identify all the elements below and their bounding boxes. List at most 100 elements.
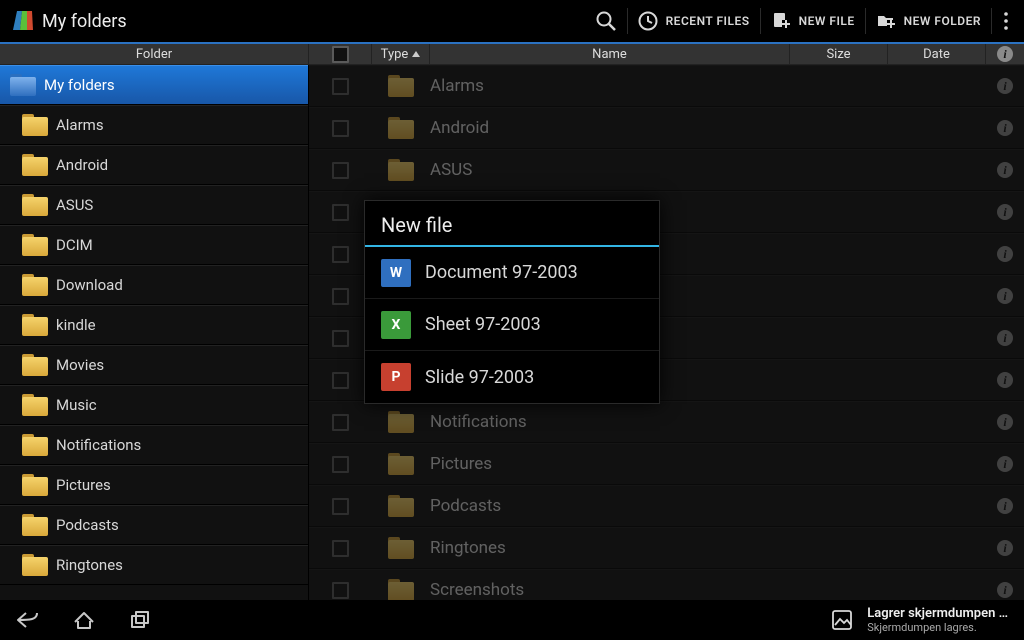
- sidebar-item-notifications[interactable]: Notifications: [0, 425, 308, 465]
- row-checkbox[interactable]: [332, 246, 349, 263]
- app-logo-icon: [10, 8, 36, 34]
- info-icon[interactable]: i: [997, 582, 1013, 598]
- folder-icon: [388, 159, 414, 181]
- sort-indicator-icon: [412, 51, 420, 57]
- notification-title: Lagrer skjermdumpen …: [867, 606, 1008, 621]
- row-checkbox[interactable]: [332, 414, 349, 431]
- row-checkbox[interactable]: [332, 204, 349, 221]
- folder-icon: [10, 74, 36, 96]
- row-checkbox[interactable]: [332, 498, 349, 515]
- back-button[interactable]: [0, 600, 56, 640]
- info-icon[interactable]: i: [997, 162, 1013, 178]
- row-checkbox[interactable]: [332, 162, 349, 179]
- sidebar-item-podcasts[interactable]: Podcasts: [0, 505, 308, 545]
- search-icon: [595, 10, 617, 32]
- overflow-menu-button[interactable]: [992, 0, 1020, 43]
- table-row[interactable]: ASUSi: [309, 149, 1024, 191]
- row-checkbox[interactable]: [332, 288, 349, 305]
- screenshot-notification[interactable]: Lagrer skjermdumpen … Skjermdumpen lagre…: [819, 602, 1024, 638]
- overflow-icon: [998, 11, 1014, 31]
- search-button[interactable]: [585, 0, 627, 43]
- column-header-date[interactable]: Date: [888, 44, 986, 64]
- info-icon[interactable]: i: [997, 372, 1013, 388]
- home-button[interactable]: [56, 600, 112, 640]
- powerpoint-icon: P: [381, 363, 411, 391]
- folder-icon: [388, 117, 414, 139]
- row-checkbox[interactable]: [332, 372, 349, 389]
- folder-icon: [22, 354, 48, 376]
- sidebar-item-movies[interactable]: Movies: [0, 345, 308, 385]
- info-icon[interactable]: i: [997, 246, 1013, 262]
- new-folder-button[interactable]: NEW FOLDER: [866, 0, 991, 43]
- dialog-option-label: Slide 97-2003: [425, 367, 534, 388]
- sidebar-item-alarms[interactable]: Alarms: [0, 105, 308, 145]
- row-checkbox[interactable]: [332, 120, 349, 137]
- folder-icon: [388, 75, 414, 97]
- new-folder-icon: [876, 11, 896, 31]
- table-row[interactable]: Picturesi: [309, 443, 1024, 485]
- clock-icon: [638, 11, 658, 31]
- row-checkbox[interactable]: [332, 456, 349, 473]
- row-checkbox[interactable]: [332, 78, 349, 95]
- sidebar-item-label: Alarms: [56, 116, 104, 134]
- info-icon[interactable]: i: [997, 456, 1013, 472]
- column-header-size[interactable]: Size: [790, 44, 888, 64]
- sidebar-item-label: Podcasts: [56, 516, 119, 534]
- dialog-option-sheet[interactable]: X Sheet 97-2003: [365, 299, 659, 351]
- info-icon[interactable]: i: [997, 78, 1013, 94]
- info-icon[interactable]: i: [997, 414, 1013, 430]
- info-icon[interactable]: i: [997, 540, 1013, 556]
- dialog-option-document[interactable]: W Document 97-2003: [365, 247, 659, 299]
- sidebar-item-kindle[interactable]: kindle: [0, 305, 308, 345]
- sidebar-item-label: My folders: [44, 76, 115, 94]
- sidebar-item-label: Ringtones: [56, 556, 123, 574]
- table-row[interactable]: Notificationsi: [309, 401, 1024, 443]
- info-icon[interactable]: i: [997, 288, 1013, 304]
- info-icon[interactable]: i: [997, 120, 1013, 136]
- sidebar-item-my-folders[interactable]: My folders: [0, 65, 308, 105]
- folder-icon: [22, 234, 48, 256]
- select-all-checkbox[interactable]: [332, 46, 349, 63]
- excel-icon: X: [381, 311, 411, 339]
- sidebar-item-music[interactable]: Music: [0, 385, 308, 425]
- recent-files-button[interactable]: RECENT FILES: [628, 0, 760, 43]
- table-row[interactable]: Screenshots i: [309, 569, 1024, 600]
- sidebar-item-label: Pictures: [56, 476, 111, 494]
- dialog-option-slide[interactable]: P Slide 97-2003: [365, 351, 659, 403]
- recents-button[interactable]: [112, 600, 168, 640]
- folder-icon: [388, 495, 414, 517]
- sidebar-item-ringtones[interactable]: Ringtones: [0, 545, 308, 585]
- new-file-button[interactable]: NEW FILE: [761, 0, 865, 43]
- table-row[interactable]: Alarmsi: [309, 65, 1024, 107]
- new-folder-label: NEW FOLDER: [904, 14, 981, 28]
- sidebar-item-android[interactable]: Android: [0, 145, 308, 185]
- row-checkbox[interactable]: [332, 330, 349, 347]
- column-header-type[interactable]: Type: [372, 44, 430, 64]
- system-nav-bar: Lagrer skjermdumpen … Skjermdumpen lagre…: [0, 600, 1024, 640]
- dialog-option-label: Sheet 97-2003: [425, 314, 541, 335]
- sidebar-item-label: Download: [56, 276, 123, 294]
- image-icon: [829, 607, 855, 633]
- sidebar-item-asus[interactable]: ASUS: [0, 185, 308, 225]
- info-icon[interactable]: i: [997, 204, 1013, 220]
- table-row[interactable]: Podcastsi: [309, 485, 1024, 527]
- info-icon[interactable]: i: [997, 330, 1013, 346]
- home-icon: [72, 610, 96, 630]
- row-checkbox[interactable]: [332, 582, 349, 599]
- sidebar-item-dcim[interactable]: DCIM: [0, 225, 308, 265]
- info-icon[interactable]: i: [997, 498, 1013, 514]
- folder-icon: [388, 537, 414, 559]
- row-name: Screenshots: [430, 580, 790, 600]
- table-row[interactable]: Androidi: [309, 107, 1024, 149]
- sidebar-item-pictures[interactable]: Pictures: [0, 465, 308, 505]
- folder-icon: [388, 411, 414, 433]
- column-header-select-all[interactable]: [309, 44, 372, 64]
- column-header-info[interactable]: i: [986, 44, 1024, 64]
- sidebar-item-download[interactable]: Download: [0, 265, 308, 305]
- table-row[interactable]: Ringtonesi: [309, 527, 1024, 569]
- app-title: My folders: [42, 11, 127, 32]
- column-header-name[interactable]: Name: [430, 44, 790, 64]
- folder-icon: [22, 394, 48, 416]
- column-header-folder[interactable]: Folder: [0, 44, 309, 64]
- row-checkbox[interactable]: [332, 540, 349, 557]
